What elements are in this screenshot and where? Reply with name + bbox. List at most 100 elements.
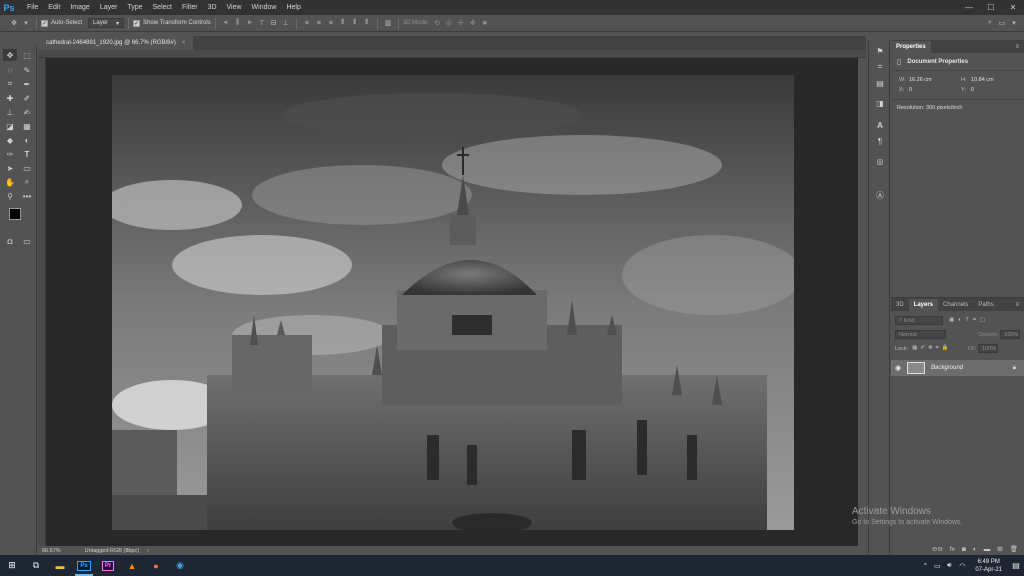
opacity-input[interactable]: 100%: [1000, 330, 1020, 339]
zoom-tool-icon[interactable]: ⚲: [3, 190, 17, 202]
menu-filter[interactable]: Filter: [177, 0, 203, 15]
auto-select-checkbox[interactable]: ✓: [41, 19, 48, 27]
document-tab[interactable]: cathedral-2464891_1920.jpg @ 66.7% (RGB/…: [38, 36, 194, 50]
glyphs-icon[interactable]: Ⓐ: [874, 190, 886, 200]
adjustment-layer-icon[interactable]: ◐: [973, 546, 977, 553]
crop-tool-icon[interactable]: ⌗: [3, 78, 17, 90]
chevron-down-icon[interactable]: ▾: [1010, 19, 1018, 27]
menu-type[interactable]: Type: [122, 0, 147, 15]
chevron-up-icon[interactable]: ⌃: [919, 555, 931, 576]
3d-camera-icon[interactable]: ■: [481, 19, 489, 27]
blend-mode-dropdown[interactable]: Normal: [895, 330, 947, 339]
show-transform-checkbox[interactable]: ✓: [133, 19, 141, 27]
align-middle-icon[interactable]: ⊟: [270, 19, 278, 27]
menu-window[interactable]: Window: [247, 0, 282, 15]
lock-icons[interactable]: ▦✐✥⌗🔒: [912, 345, 951, 352]
vlc-icon[interactable]: ▲: [120, 555, 144, 576]
filter-type-icons[interactable]: ▣◐T⌗▢: [949, 317, 989, 324]
move-tool-icon[interactable]: ✥: [10, 19, 18, 27]
quick-mask-icon[interactable]: ◘: [3, 235, 17, 247]
rectangle-tool-icon[interactable]: ▭: [20, 162, 34, 174]
panel-menu-icon[interactable]: ≡: [1010, 299, 1024, 311]
hand-tool-icon[interactable]: ✋: [3, 176, 17, 188]
firefox-icon[interactable]: ●: [144, 555, 168, 576]
status-menu-arrow[interactable]: ›: [147, 548, 149, 554]
align-bottom-icon[interactable]: ⊥: [282, 19, 290, 27]
menu-file[interactable]: File: [22, 0, 43, 15]
tool-preset-chevron-icon[interactable]: ▾: [22, 19, 30, 27]
paragraph-icon[interactable]: ¶: [874, 136, 886, 146]
panel-menu-icon[interactable]: ≡: [1010, 41, 1024, 53]
menu-layer[interactable]: Layer: [95, 0, 123, 15]
y-value[interactable]: 0: [971, 87, 974, 93]
menu-image[interactable]: Image: [65, 0, 94, 15]
distribute-middle-icon[interactable]: ≡: [315, 19, 323, 27]
task-view-icon[interactable]: ⧉: [24, 555, 48, 576]
3d-roll-icon[interactable]: ◎: [445, 19, 453, 27]
distribute-top-icon[interactable]: ≡: [303, 19, 311, 27]
distribute-right-icon[interactable]: ⦀: [363, 19, 371, 27]
brush-tool-icon[interactable]: ✐: [20, 92, 34, 104]
menu-edit[interactable]: Edit: [43, 0, 65, 15]
marquee-tool-icon[interactable]: ⬚: [20, 49, 34, 61]
workspace-icon[interactable]: ▭: [998, 19, 1006, 27]
trash-icon[interactable]: 🗑︎: [1010, 545, 1018, 553]
premiere-taskbar-icon[interactable]: Pr: [96, 555, 120, 576]
photoshop-taskbar-icon[interactable]: Ps: [72, 555, 96, 576]
menu-help[interactable]: Help: [281, 0, 305, 15]
tab-channels[interactable]: Channels: [938, 299, 973, 311]
distribute-bottom-icon[interactable]: ≡: [327, 19, 335, 27]
tab-layers[interactable]: Layers: [908, 299, 939, 311]
blur-tool-icon[interactable]: ◆: [3, 134, 17, 146]
mask-icon[interactable]: ◙: [962, 546, 966, 553]
healing-brush-tool-icon[interactable]: ✚: [3, 92, 17, 104]
3d-slide-icon[interactable]: ✥: [469, 19, 477, 27]
eraser-tool-icon[interactable]: ◪: [3, 120, 17, 132]
menu-select[interactable]: Select: [148, 0, 177, 15]
pen-tool-icon[interactable]: ✑: [3, 148, 17, 160]
notifications-icon[interactable]: ▤: [1008, 555, 1024, 576]
gradient-tool-icon[interactable]: ▦: [20, 120, 34, 132]
3d-drag-icon[interactable]: ✢: [457, 19, 465, 27]
zoom-level[interactable]: 66.67%: [42, 548, 61, 554]
close-button[interactable]: ✕: [1002, 0, 1024, 15]
eye-icon[interactable]: ◉: [891, 364, 905, 372]
fx-icon[interactable]: fx: [950, 546, 955, 553]
network-icon[interactable]: ▭: [931, 555, 943, 576]
new-group-icon[interactable]: ▬: [984, 546, 991, 553]
volume-icon[interactable]: 🔊︎: [943, 555, 955, 576]
link-layers-icon[interactable]: ⊖⊖: [932, 545, 943, 553]
swatches-icon[interactable]: ▤: [874, 78, 886, 88]
history-brush-tool-icon[interactable]: ✍: [20, 106, 34, 118]
align-top-icon[interactable]: ⊤: [258, 19, 266, 27]
auto-align-icon[interactable]: ▥: [384, 19, 392, 27]
h-value[interactable]: 10.84 cm: [971, 77, 994, 83]
brush-settings-icon[interactable]: ⌗: [874, 62, 886, 72]
file-explorer-icon[interactable]: ▬: [48, 555, 72, 576]
align-left-icon[interactable]: ⫷: [222, 19, 230, 27]
close-tab-icon[interactable]: ×: [182, 40, 186, 46]
fill-input[interactable]: 100%: [978, 344, 999, 353]
dodge-tool-icon[interactable]: ◐: [20, 134, 34, 146]
wifi-icon[interactable]: ◠: [955, 555, 969, 576]
edge-icon[interactable]: ◉: [168, 555, 192, 576]
maximize-button[interactable]: ☐: [980, 0, 1002, 15]
more-tools-icon[interactable]: •••: [20, 190, 34, 202]
type-tool-icon[interactable]: T: [20, 148, 34, 160]
align-right-icon[interactable]: ⫸: [246, 19, 254, 27]
adjustments-icon[interactable]: ◨: [874, 98, 886, 108]
tab-paths[interactable]: Paths: [973, 299, 998, 311]
search-icon[interactable]: ⌕: [986, 19, 994, 27]
w-value[interactable]: 16.26 cm: [909, 77, 932, 83]
quick-selection-tool-icon[interactable]: ✎: [20, 64, 34, 76]
path-selection-tool-icon[interactable]: ➤: [3, 162, 17, 174]
move-tool-icon[interactable]: ✥: [3, 49, 17, 61]
auto-select-target-dropdown[interactable]: Layer ▾: [88, 18, 125, 28]
3d-rotate-icon[interactable]: ⟲: [433, 19, 441, 27]
tab-properties[interactable]: Properties: [891, 41, 931, 53]
tab-3d[interactable]: 3D: [891, 299, 909, 311]
kind-filter-dropdown[interactable]: ⌕ Kind: [895, 316, 943, 325]
x-value[interactable]: 0: [909, 87, 912, 93]
distribute-left-icon[interactable]: ⦀: [339, 19, 347, 27]
foreground-color-swatch[interactable]: [9, 208, 21, 220]
